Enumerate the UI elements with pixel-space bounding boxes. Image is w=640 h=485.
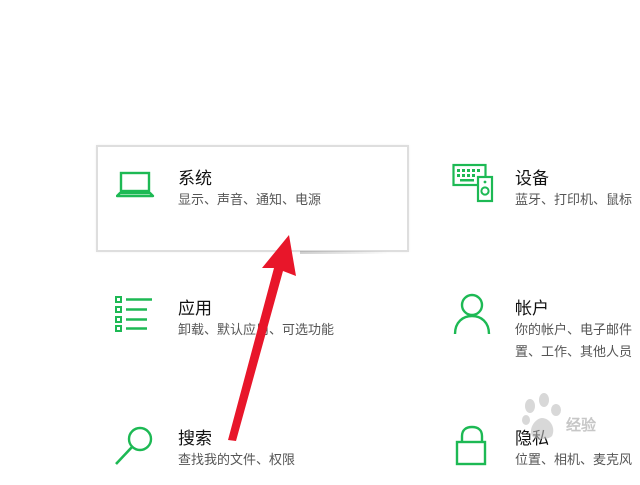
tile-search-desc: 查找我的文件、权限: [178, 453, 296, 468]
baidu-paw-icon: [522, 393, 561, 439]
tile-devices[interactable]: 设备 蓝牙、打印机、鼠标: [440, 145, 640, 252]
tile-accounts-desc-line1: 你的帐户、电子邮件: [515, 323, 633, 338]
tile-accounts-title: 帐户: [515, 299, 549, 319]
tile-system[interactable]: 系统 显示、声音、通知、电源: [96, 145, 409, 252]
keyboard-speaker-icon: [452, 163, 494, 207]
tile-system-title: 系统: [178, 169, 212, 189]
tile-privacy-desc: 位置、相机、麦克风: [515, 453, 633, 468]
tile-accounts-desc-line2: 置、工作、其他人员: [515, 345, 633, 360]
tile-apps-title: 应用: [178, 299, 212, 319]
tile-system-desc: 显示、声音、通知、电源: [178, 193, 322, 208]
tile-apps-desc: 卸载、默认应用、可选功能: [178, 323, 335, 338]
watermark-text: 经验: [566, 416, 597, 434]
tile-devices-title: 设备: [515, 169, 549, 189]
lock-icon: [454, 425, 490, 471]
tile-search[interactable]: 搜索 查找我的文件、权限: [96, 405, 409, 485]
person-icon: [452, 293, 492, 339]
search-icon: [114, 425, 156, 471]
tile-devices-desc: 蓝牙、打印机、鼠标: [515, 193, 633, 208]
laptop-icon: [115, 169, 156, 205]
watermark: 经验: [518, 392, 618, 452]
tile-apps[interactable]: 应用 卸载、默认应用、可选功能: [96, 275, 409, 382]
tile-accounts[interactable]: 帐户 你的帐户、电子邮件 置、工作、其他人员: [440, 275, 640, 382]
tile-search-title: 搜索: [178, 429, 212, 449]
app-list-icon: [114, 295, 154, 337]
